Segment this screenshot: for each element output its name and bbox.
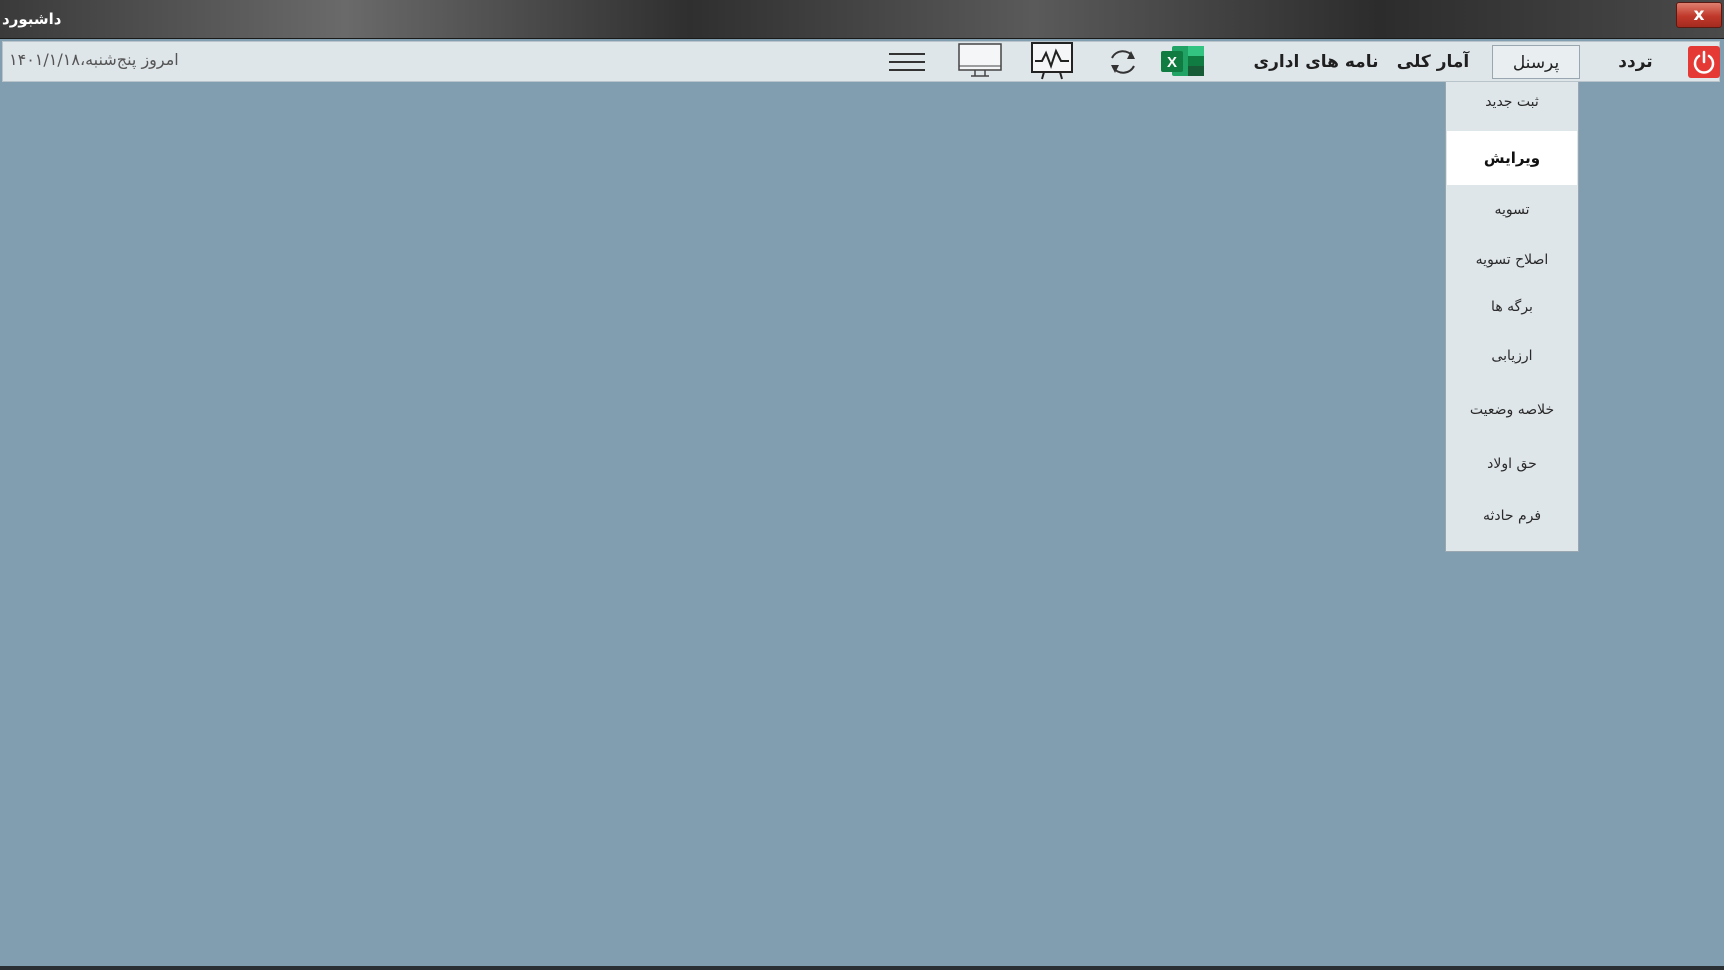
dropdown-item-sheets[interactable]: برگه ها — [1447, 285, 1577, 329]
power-icon — [1693, 50, 1715, 74]
bottom-edge — [0, 966, 1724, 970]
chart-monitor-icon[interactable] — [1031, 42, 1073, 81]
dropdown-item-settlement-correction[interactable]: اصلاح تسویه — [1447, 235, 1577, 285]
menu-item-letters[interactable]: نامه های اداری — [1251, 45, 1381, 79]
dropdown-item-new-entry[interactable]: ثبت جدید — [1447, 82, 1577, 130]
excel-icon[interactable]: X — [1160, 44, 1206, 78]
close-button[interactable]: x — [1676, 2, 1722, 28]
dashboard-window: داشبورد x امروز پنج‌شنبه،۱۴۰۱/۱/۱۸ — [0, 0, 1724, 970]
monitor-icon[interactable] — [958, 43, 1002, 81]
refresh-icon[interactable] — [1106, 45, 1140, 79]
hamburger-menu-icon[interactable] — [888, 48, 926, 76]
dropdown-item-accident-form[interactable]: فرم حادثه — [1447, 491, 1577, 541]
personnel-dropdown-menu: ثبت جدید ویرایش تسویه اصلاح تسویه برگه ه… — [1445, 82, 1579, 552]
dropdown-item-status-summary[interactable]: خلاصه وضعیت — [1447, 383, 1577, 437]
menu-item-personnel[interactable]: پرسنل — [1492, 45, 1580, 79]
svg-text:X: X — [1167, 54, 1177, 71]
date-display: امروز پنج‌شنبه،۱۴۰۱/۱/۱۸ — [9, 50, 179, 69]
dropdown-item-edit[interactable]: ویرایش — [1447, 131, 1577, 185]
menu-item-attendance[interactable]: تردد — [1608, 45, 1663, 79]
menu-item-statistics[interactable]: آمار کلی — [1388, 45, 1478, 79]
title-bar: داشبورد x — [0, 0, 1724, 39]
top-toolbar: امروز پنج‌شنبه،۱۴۰۱/۱/۱۸ — [2, 41, 1720, 82]
power-button[interactable] — [1688, 46, 1720, 78]
dropdown-item-settlement[interactable]: تسویه — [1447, 185, 1577, 235]
dropdown-item-child-allowance[interactable]: حق اولاد — [1447, 437, 1577, 491]
window-title: داشبورد — [2, 10, 62, 28]
dropdown-item-evaluation[interactable]: ارزیابی — [1447, 329, 1577, 383]
